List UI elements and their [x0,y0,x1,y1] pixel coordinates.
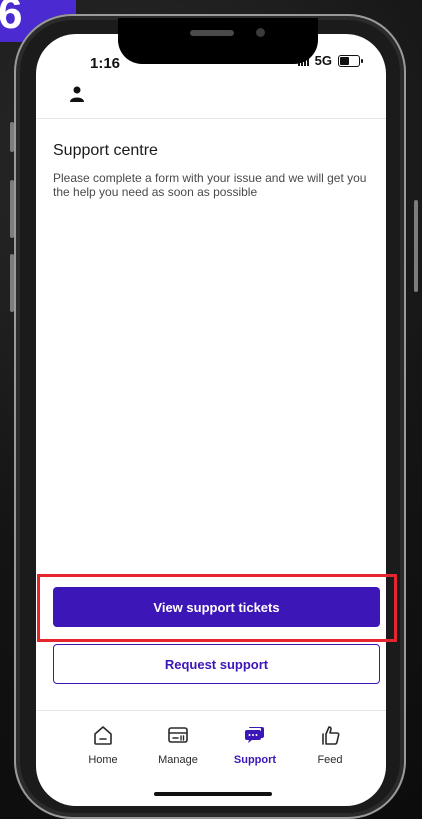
notch-camera [256,28,265,37]
page-description: Please complete a form with your issue a… [53,171,367,199]
request-support-button[interactable]: Request support [53,644,380,684]
phone-power-button [414,200,418,292]
profile-icon[interactable] [70,86,84,102]
tab-support-label: Support [233,754,277,766]
status-time: 1:16 [90,55,121,72]
home-indicator[interactable] [154,792,272,796]
phone-screen: 1:16 5G Support centre Please complete a… [36,34,386,806]
highlight-annotation [37,574,397,642]
tab-home-label: Home [88,754,118,766]
battery-icon [338,54,363,67]
card-icon [168,727,188,743]
tab-feed-label: Feed [317,754,343,766]
tab-manage-label: Manage [158,754,198,766]
phone-volume-up [10,180,14,238]
home-icon [94,726,112,745]
header-divider [36,118,386,119]
thumbs-up-icon [322,726,340,745]
tab-feed[interactable]: Feed [295,724,365,766]
phone-mute-switch [10,122,14,152]
network-label: 5G [314,53,332,68]
tab-manage[interactable]: Manage [143,724,213,766]
notch-speaker [190,30,234,36]
phone-notch [118,18,318,64]
phone-volume-down [10,254,14,312]
tab-home[interactable]: Home [68,724,138,766]
page-title: Support centre [53,142,158,159]
chat-bubbles-icon [245,727,264,743]
tab-support[interactable]: Support [220,724,290,766]
